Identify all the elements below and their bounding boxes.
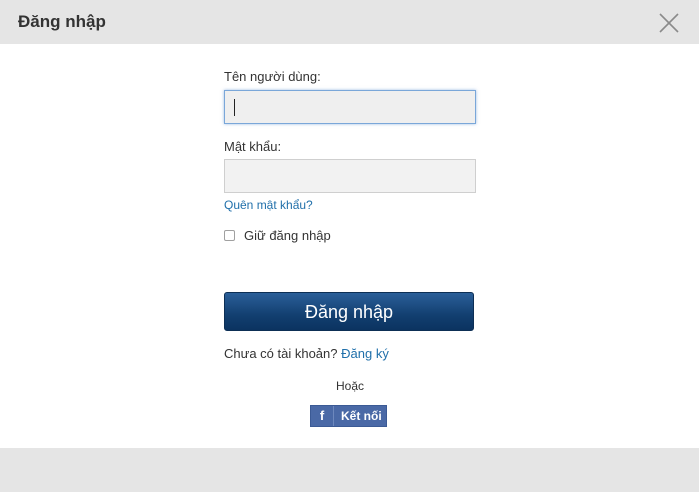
forgot-password-link[interactable]: Quên mật khẩu?	[224, 198, 313, 212]
facebook-icon: f	[311, 406, 334, 426]
username-input[interactable]	[224, 90, 476, 124]
text-caret	[234, 99, 235, 116]
or-separator: Hoặc	[335, 379, 364, 393]
facebook-connect-button[interactable]: f Kết nối	[310, 405, 387, 427]
username-label: Tên người dùng:	[224, 69, 321, 84]
facebook-connect-label: Kết nối	[341, 409, 382, 423]
dialog-header: Đăng nhập	[0, 0, 699, 44]
login-button[interactable]: Đăng nhập	[224, 292, 474, 331]
signup-link[interactable]: Đăng ký	[341, 346, 389, 361]
remember-label: Giữ đăng nhập	[244, 228, 331, 243]
no-account-text: Chưa có tài khoản?	[224, 346, 338, 361]
close-icon[interactable]	[658, 12, 680, 34]
password-label: Mật khẩu:	[224, 139, 282, 154]
dialog-title: Đăng nhập	[18, 12, 106, 31]
signup-prompt: Chưa có tài khoản? Đăng ký	[224, 346, 389, 361]
remember-checkbox[interactable]	[224, 230, 235, 241]
dialog-footer	[0, 448, 699, 492]
password-input[interactable]	[224, 159, 476, 193]
